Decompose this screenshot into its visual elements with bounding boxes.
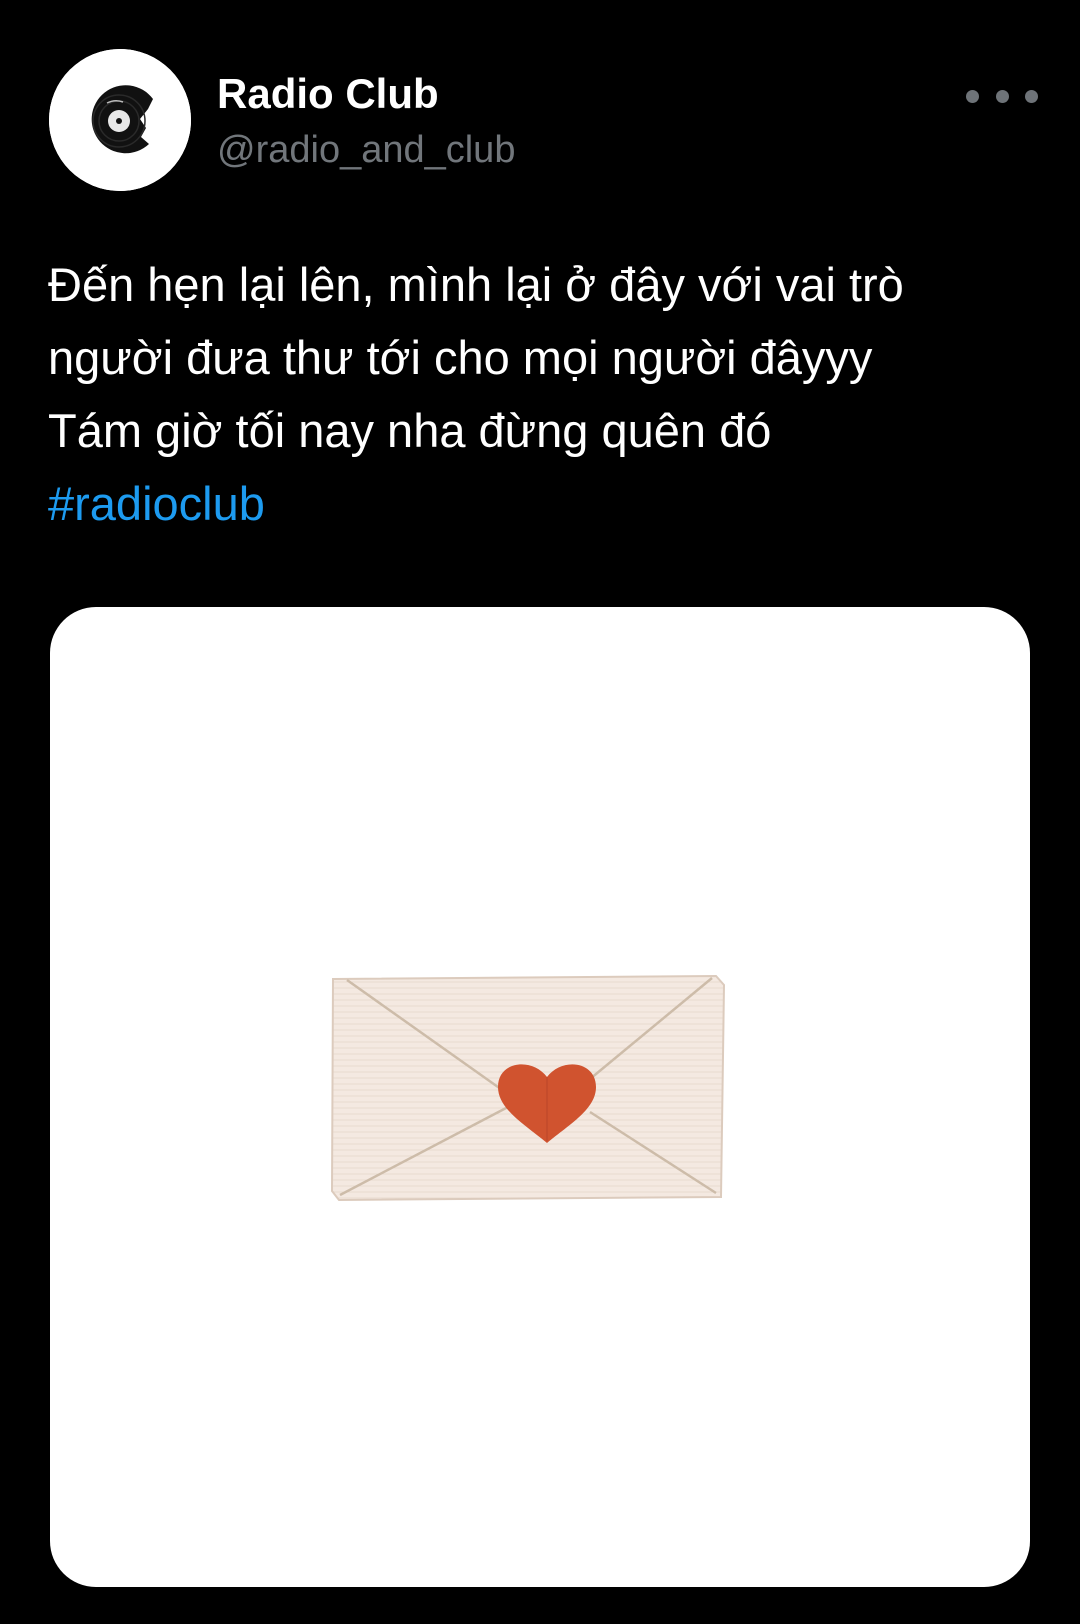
username-handle[interactable]: @radio_and_club xyxy=(217,126,515,174)
more-horizontal-icon-dot xyxy=(1025,89,1038,103)
more-options-button[interactable] xyxy=(966,78,1038,114)
display-name[interactable]: Radio Club xyxy=(217,68,439,120)
tweet-text: Đến hẹn lại lên, mình lại ở đây với vai … xyxy=(48,248,1048,540)
vinyl-record-icon xyxy=(49,49,191,191)
hashtag-link[interactable]: #radioclub xyxy=(48,467,1048,540)
tweet-text-line: Đến hẹn lại lên, mình lại ở đây với vai … xyxy=(48,258,904,311)
tweet-text-line: Tám giờ tối nay nha đừng quên đó xyxy=(48,404,772,457)
avatar[interactable] xyxy=(49,49,191,191)
tweet-text-line: người đưa thư tới cho mọi người đâyyy xyxy=(48,331,873,384)
tweet: Radio Club @radio_and_club Đến hẹn lại l… xyxy=(0,0,1080,1624)
tweet-media-image[interactable] xyxy=(50,607,1030,1587)
envelope-heart-icon xyxy=(330,974,726,1202)
more-horizontal-icon xyxy=(966,89,979,103)
more-horizontal-icon-dot xyxy=(995,89,1009,103)
